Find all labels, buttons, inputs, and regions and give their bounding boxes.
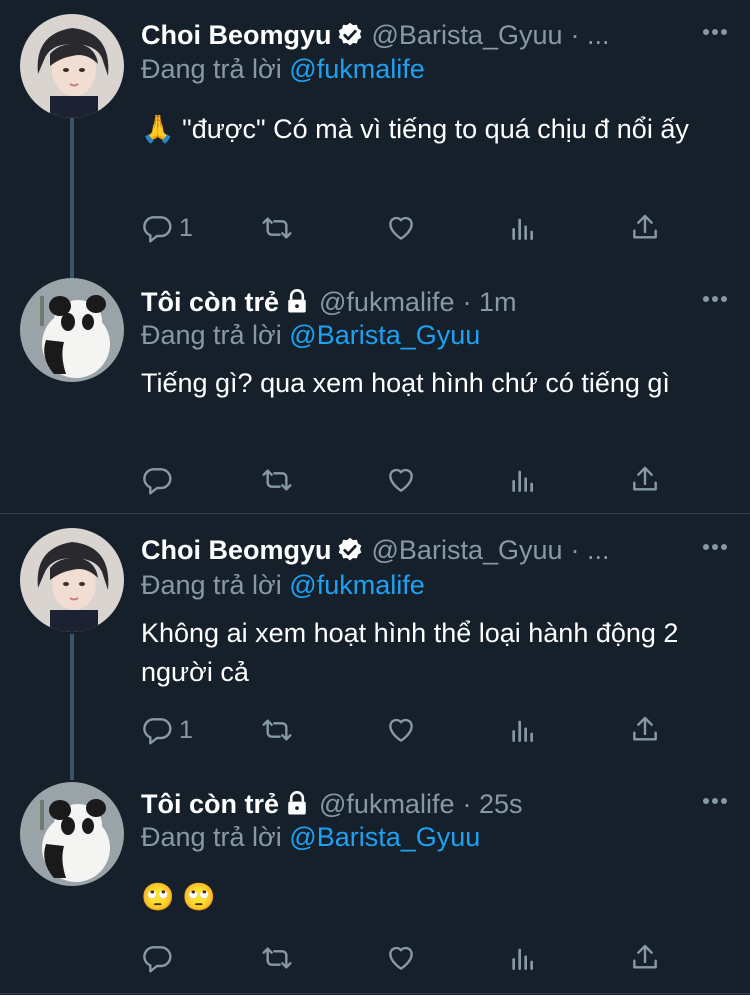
author-handle[interactable]: @fukmalife [319,287,454,318]
mention-link[interactable]: @fukmalife [289,570,424,600]
reply-button[interactable]: 1 [141,208,193,248]
tweet[interactable]: Tôi còn trẻ @fukmalife · 25s Đang trả lờ… [0,766,750,995]
like-button[interactable] [385,460,417,500]
reply-button[interactable] [141,938,179,978]
author-name[interactable]: Tôi còn trẻ [141,287,279,318]
retweet-button[interactable] [261,208,293,248]
retweet-button[interactable] [261,460,293,500]
share-icon [633,716,657,741]
analytics-button[interactable] [507,208,539,248]
replying-prefix: Đang trả lời [141,570,282,600]
replying-to: Đang trả lời @Barista_Gyuu [141,822,480,853]
share-button[interactable] [629,208,661,248]
replying-prefix: Đang trả lời [141,822,282,852]
action-bar: 1 [141,710,681,750]
retweet-icon [262,719,292,741]
mention-link[interactable]: @Barista_Gyuu [289,822,480,852]
reply-icon [143,216,172,243]
tweet-text: Tiếng gì? qua xem hoạt hình chứ có tiếng… [141,368,670,398]
reply-count: 1 [179,715,193,744]
thread-line [70,118,74,278]
author-handle[interactable]: @fukmalife [319,789,454,820]
reply-icon [143,718,172,745]
replying-to: Đang trả lời @Barista_Gyuu [141,320,480,351]
like-button[interactable] [385,710,417,750]
like-icon [389,216,413,240]
like-icon [389,718,413,742]
replying-to: Đang trả lời @fukmalife [141,54,425,85]
avatar[interactable] [20,782,124,886]
more-icon[interactable] [688,532,728,562]
reply-icon [143,468,172,495]
analytics-icon [512,470,533,492]
analytics-button[interactable] [507,460,539,500]
tweet[interactable]: Choi Beomgyu @Barista_Gyuu · ... Đang tr… [0,514,750,780]
retweet-button[interactable] [261,710,293,750]
avatar[interactable] [20,528,124,632]
reply-count: 1 [179,213,193,242]
analytics-icon [512,948,533,970]
analytics-icon [512,218,533,240]
timestamp[interactable]: · 1m [462,287,516,318]
action-bar [141,938,681,978]
analytics-button[interactable] [507,938,539,978]
like-button[interactable] [385,938,417,978]
retweet-button[interactable] [261,938,293,978]
share-icon [633,466,657,491]
timestamp[interactable]: · ... [571,20,610,51]
author-name[interactable]: Tôi còn trẻ [141,789,279,820]
share-button[interactable] [629,710,661,750]
action-bar [141,460,681,500]
author-handle[interactable]: @Barista_Gyuu [372,535,563,566]
retweet-icon [262,469,292,491]
reply-icon [143,946,172,973]
avatar[interactable] [20,278,124,382]
action-bar: 1 [141,208,681,248]
divider [0,993,750,994]
replying-prefix: Đang trả lời [141,320,282,350]
more-icon[interactable] [688,284,728,314]
like-icon [389,468,413,492]
retweet-icon [262,217,292,239]
verified-badge-icon [338,22,361,46]
share-button[interactable] [629,460,661,500]
author-handle[interactable]: @Barista_Gyuu [372,20,563,51]
avatar[interactable] [20,14,124,118]
share-button[interactable] [629,938,661,978]
thread-line [70,634,74,780]
replying-prefix: Đang trả lời [141,54,282,84]
reply-button[interactable] [141,460,179,500]
like-button[interactable] [385,208,417,248]
analytics-icon [512,720,533,742]
tweet-text: 🙄 🙄 [141,882,216,912]
author-name[interactable]: Choi Beomgyu [141,535,332,566]
replying-to: Đang trả lời @fukmalife [141,570,425,601]
tweet-text: Không ai xem hoạt hình thể loại hành độn… [141,618,679,687]
mention-link[interactable]: @fukmalife [289,54,424,84]
tweet[interactable]: Choi Beomgyu @Barista_Gyuu · ... Đang tr… [0,0,750,278]
more-icon[interactable] [688,17,728,47]
timestamp[interactable]: · 25s [462,789,522,820]
more-icon[interactable] [688,786,728,816]
share-icon [633,214,657,239]
timestamp[interactable]: · ... [571,535,610,566]
lock-icon [288,289,306,313]
like-icon [389,946,413,970]
mention-link[interactable]: @Barista_Gyuu [289,320,480,350]
tweet[interactable]: Tôi còn trẻ @fukmalife · 1m Đang trả lời… [0,262,750,512]
verified-badge-icon [338,537,361,561]
reply-button[interactable]: 1 [141,710,193,750]
analytics-button[interactable] [507,710,539,750]
share-icon [633,944,657,969]
retweet-icon [262,947,292,969]
tweet-text: 🙏 "được" Có mà vì tiếng to quá chịu đ nổ… [141,114,689,144]
lock-icon [288,791,306,815]
author-name[interactable]: Choi Beomgyu [141,20,332,51]
